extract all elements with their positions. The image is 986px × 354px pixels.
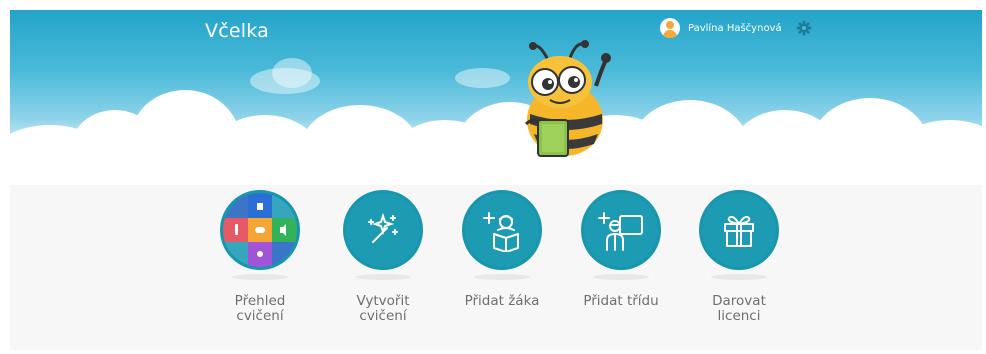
app-frame: Včelka Pavlína Haščynová Přehled cvičení… xyxy=(10,10,982,350)
action-add-class[interactable]: Přidat třídu xyxy=(561,190,681,309)
action-exercise-overview[interactable]: Přehled cvičení xyxy=(200,190,320,324)
app-title[interactable]: Včelka xyxy=(205,20,269,42)
add-class-icon xyxy=(598,212,643,251)
gear-icon[interactable] xyxy=(796,20,812,36)
cloud xyxy=(455,68,510,88)
hero-banner: Včelka Pavlína Haščynová xyxy=(10,10,982,185)
magic-wand-icon xyxy=(368,212,398,243)
exercise-overview-icon xyxy=(223,193,297,267)
button-shadow xyxy=(593,274,649,280)
label-line-1: Přidat třídu xyxy=(583,293,659,309)
gift-license-button[interactable] xyxy=(699,190,779,270)
create-exercise-button[interactable] xyxy=(343,190,423,270)
action-label[interactable]: Vytvořit cvičení xyxy=(357,294,410,324)
action-add-student[interactable]: Přidat žáka xyxy=(442,190,562,309)
bee-mascot xyxy=(524,40,611,157)
action-gift-license[interactable]: Darovat licenci xyxy=(679,190,799,324)
label-line-1: Přidat žáka xyxy=(464,293,540,309)
action-label[interactable]: Přidat třídu xyxy=(583,294,658,309)
button-shadow xyxy=(355,274,411,280)
label-line-1: Vytvořit xyxy=(356,293,410,309)
button-shadow xyxy=(232,274,288,280)
button-shadow xyxy=(711,274,767,280)
action-label[interactable]: Přidat žáka xyxy=(465,294,540,309)
button-shadow xyxy=(474,274,530,280)
add-student-button[interactable] xyxy=(462,190,542,270)
cloud-base xyxy=(10,150,982,185)
user-menu[interactable]: Pavlína Haščynová xyxy=(660,18,812,38)
label-line-1: Přehled xyxy=(234,293,286,309)
action-row: Přehled cvičení Vytvořit cvičení Přidat … xyxy=(10,190,982,340)
action-label[interactable]: Přehled cvičení xyxy=(235,294,286,324)
label-line-2: cvičení xyxy=(236,308,284,324)
user-name[interactable]: Pavlína Haščynová xyxy=(688,23,782,34)
gift-icon xyxy=(724,215,754,247)
user-avatar-icon[interactable] xyxy=(660,18,680,38)
cloud xyxy=(272,58,312,88)
action-label[interactable]: Darovat licenci xyxy=(712,294,766,324)
action-create-exercise[interactable]: Vytvořit cvičení xyxy=(323,190,443,324)
exercise-overview-button[interactable] xyxy=(220,190,300,270)
label-line-2: cvičení xyxy=(359,308,407,324)
label-line-2: licenci xyxy=(717,308,761,324)
add-class-button[interactable] xyxy=(581,190,661,270)
label-line-1: Darovat xyxy=(712,293,766,309)
add-student-icon xyxy=(483,212,519,252)
